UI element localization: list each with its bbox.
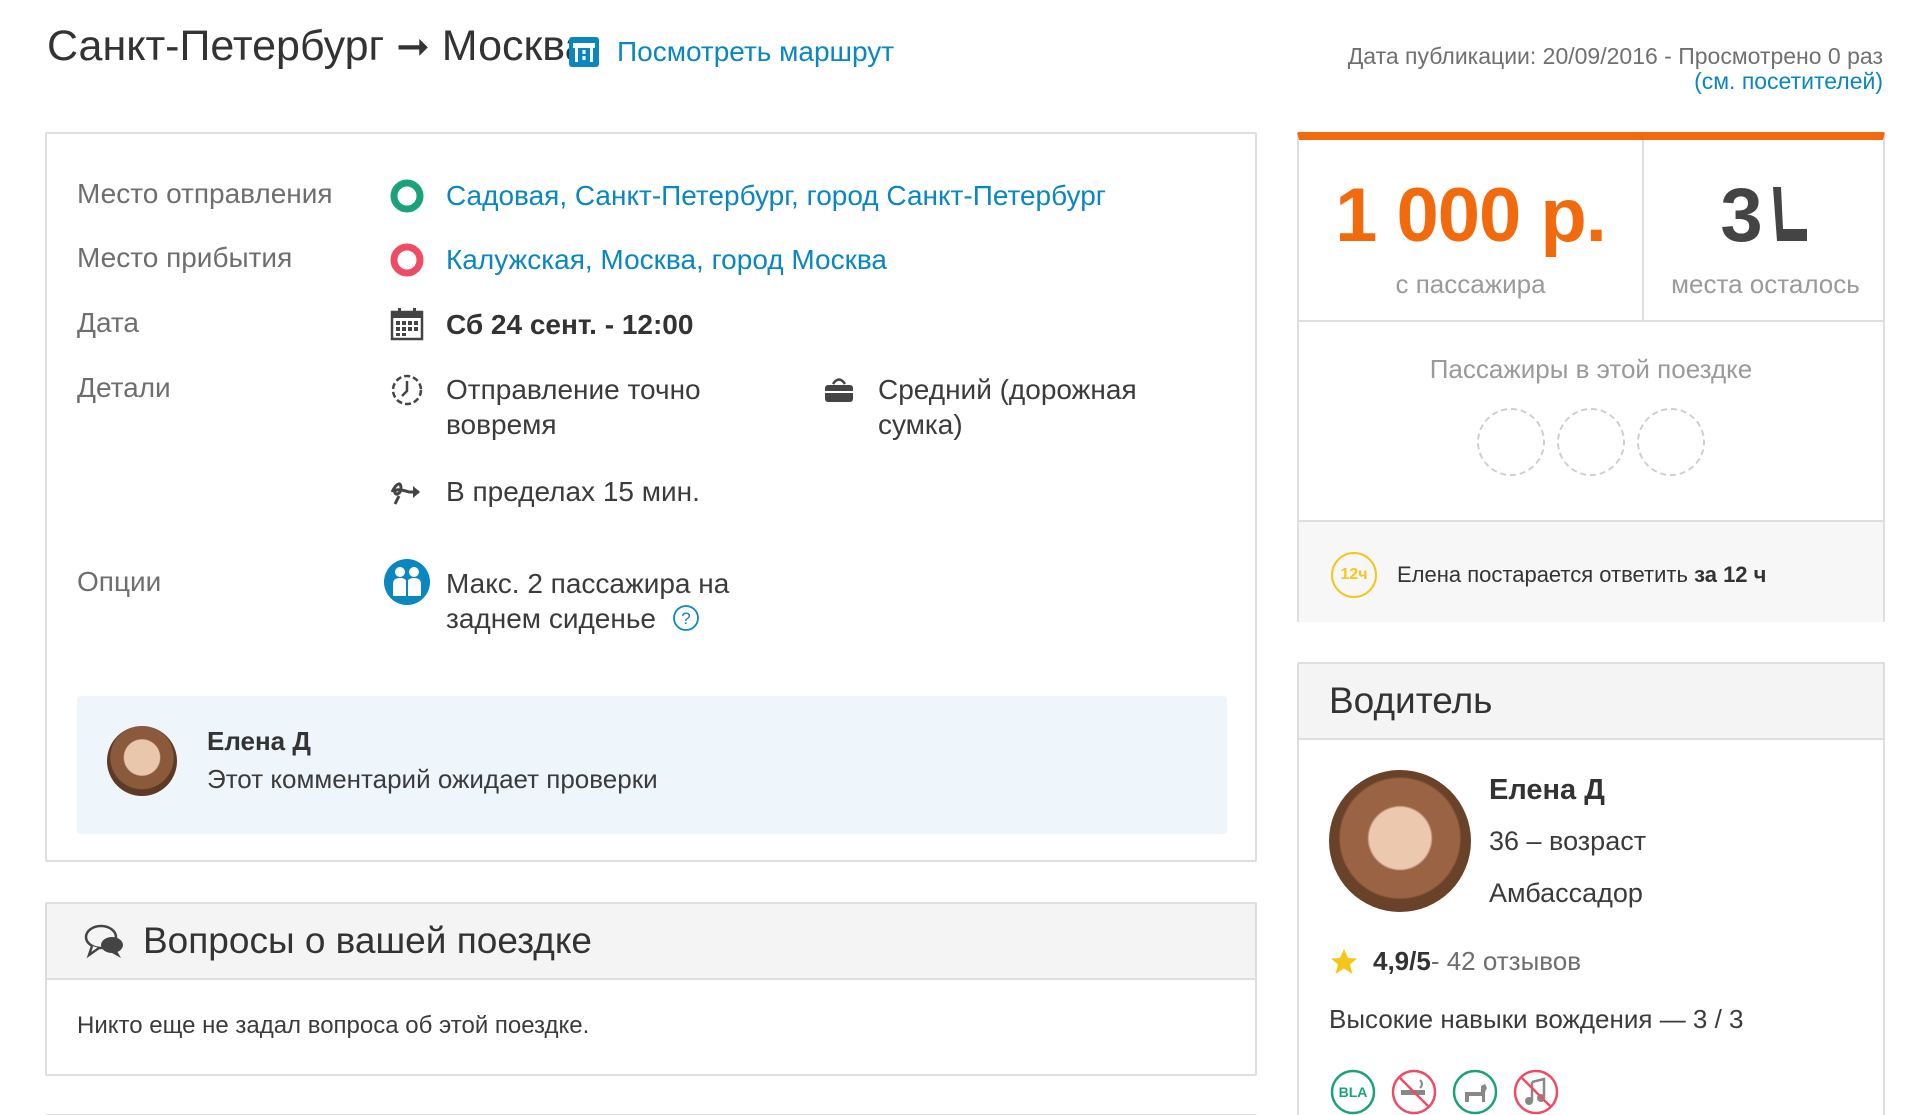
seat-icon — [1772, 186, 1807, 241]
departure-label: Место отправления — [77, 178, 333, 209]
passenger-slots — [1477, 408, 1705, 476]
avatar[interactable] — [1329, 770, 1471, 912]
seats-value: 3 — [1646, 172, 1885, 259]
arrival-point-icon — [390, 243, 424, 277]
reply-time-row: 12ч Елена постарается ответить за 12 ч — [1299, 520, 1883, 622]
driver-level: Амбассадор — [1489, 878, 1643, 908]
arrival-link[interactable]: Калужская, Москва, город Москва — [446, 242, 887, 277]
questions-card: Вопросы о вашей поездке Никто еще не зад… — [45, 902, 1257, 1076]
reply-time-badge: 12ч — [1331, 552, 1377, 598]
empty-seat-slot — [1477, 408, 1545, 476]
passengers-title: Пассажиры в этой поездке — [1429, 354, 1753, 384]
pets-icon — [1452, 1069, 1498, 1115]
options-text: Макс. 2 пассажира на заднем сиденье ? — [446, 566, 766, 636]
driver-card: Водитель Елена Д 36 – возраст Амбассадор… — [1297, 662, 1885, 1115]
driver-rating[interactable]: 4,9/5 - 42 отзывов — [1329, 946, 1581, 977]
bla-icon: BLA — [1330, 1069, 1376, 1115]
arrow-icon: ➞ — [396, 24, 430, 69]
from-city: Санкт-Петербург — [47, 22, 385, 70]
options-label: Опции — [77, 566, 162, 597]
driver-header: Водитель — [1299, 664, 1883, 740]
comment-text: Этот комментарий ожидает проверки — [207, 764, 658, 794]
calendar-icon — [390, 308, 424, 341]
detour-icon — [390, 482, 420, 505]
price-subtitle: с пассажира — [1395, 269, 1546, 299]
questions-empty-text: Никто еще не задал вопроса об этой поезд… — [77, 1012, 590, 1039]
departure-link[interactable]: Садовая, Санкт-Петербург, город Санкт-Пе… — [446, 178, 1106, 213]
details-label: Детали — [77, 372, 171, 403]
to-city: Москва — [441, 22, 589, 70]
driving-skill: Высокие навыки вождения — 3 / 3 — [1329, 1004, 1744, 1034]
empty-seat-slot — [1637, 408, 1705, 476]
publication-info: Дата публикации: 20/09/2016 - Просмотрен… — [1348, 44, 1883, 94]
driver-name[interactable]: Елена Д — [1489, 774, 1605, 807]
trip-details-card: Место отправления Садовая, Санкт-Петербу… — [45, 132, 1257, 862]
visitors-link[interactable]: (см. посетителей) — [1348, 69, 1883, 94]
rating-score: 4,9/5 — [1373, 946, 1431, 976]
help-icon[interactable]: ? — [672, 604, 700, 632]
star-icon — [1331, 948, 1357, 974]
price-value: 1 000 р. — [1335, 173, 1607, 258]
passengers-icon — [384, 559, 430, 605]
seats-subtitle: места осталось — [1671, 269, 1860, 299]
date-label: Дата — [77, 307, 140, 338]
questions-title: Вопросы о вашей поездке — [143, 920, 593, 961]
booking-card: 1 000 р. с пассажира 3 места осталось Па… — [1297, 132, 1885, 622]
arrival-label: Место прибытия — [77, 242, 293, 273]
date-value: Сб 24 сент. - 12:00 — [446, 309, 694, 340]
empty-seat-slot — [1557, 408, 1625, 476]
publication-date: Дата публикации: 20/09/2016 - Просмотрен… — [1347, 43, 1883, 69]
price-block: 1 000 р. с пассажира — [1299, 140, 1644, 320]
no-music-icon — [1513, 1069, 1559, 1115]
divider — [1299, 320, 1883, 322]
clock-icon — [391, 374, 423, 406]
svg-text:?: ? — [681, 609, 690, 628]
driver-section-title: Водитель — [1329, 680, 1493, 721]
driver-age: 36 – возраст — [1489, 826, 1647, 856]
punctuality-text: Отправление точно вовремя — [446, 374, 701, 440]
reply-time-text: Елена постарается ответить за 12 ч — [1397, 562, 1767, 587]
trip-title: Санкт-Петербург ➞ Москва — [47, 22, 589, 71]
preferences: BLA — [1329, 1068, 1560, 1115]
no-smoking-icon — [1391, 1069, 1437, 1115]
driver-comment: Елена Д Этот комментарий ожидает проверк… — [77, 696, 1227, 834]
reviews-count: - 42 отзывов — [1430, 946, 1582, 976]
departure-point-icon — [390, 179, 424, 213]
seats-block: 3 места осталось — [1646, 140, 1885, 320]
avatar[interactable] — [107, 726, 177, 796]
seats-count: 3 — [1720, 173, 1763, 258]
detour-text: В пределах 15 мин. — [446, 476, 700, 507]
questions-header: Вопросы о вашей поездке — [47, 904, 1255, 980]
comment-author[interactable]: Елена Д — [207, 726, 311, 757]
view-route-link[interactable]: Посмотреть маршрут — [569, 36, 894, 68]
luggage-text: Средний (дорожная сумка) — [878, 374, 1137, 440]
chat-bubbles-icon — [84, 924, 123, 959]
luggage-icon — [825, 378, 853, 402]
view-route-label[interactable]: Посмотреть маршрут — [617, 36, 894, 68]
reply-time-value: за 12 ч — [1694, 562, 1767, 587]
svg-text:BLA: BLA — [1339, 1084, 1368, 1100]
highway-icon — [569, 37, 599, 67]
